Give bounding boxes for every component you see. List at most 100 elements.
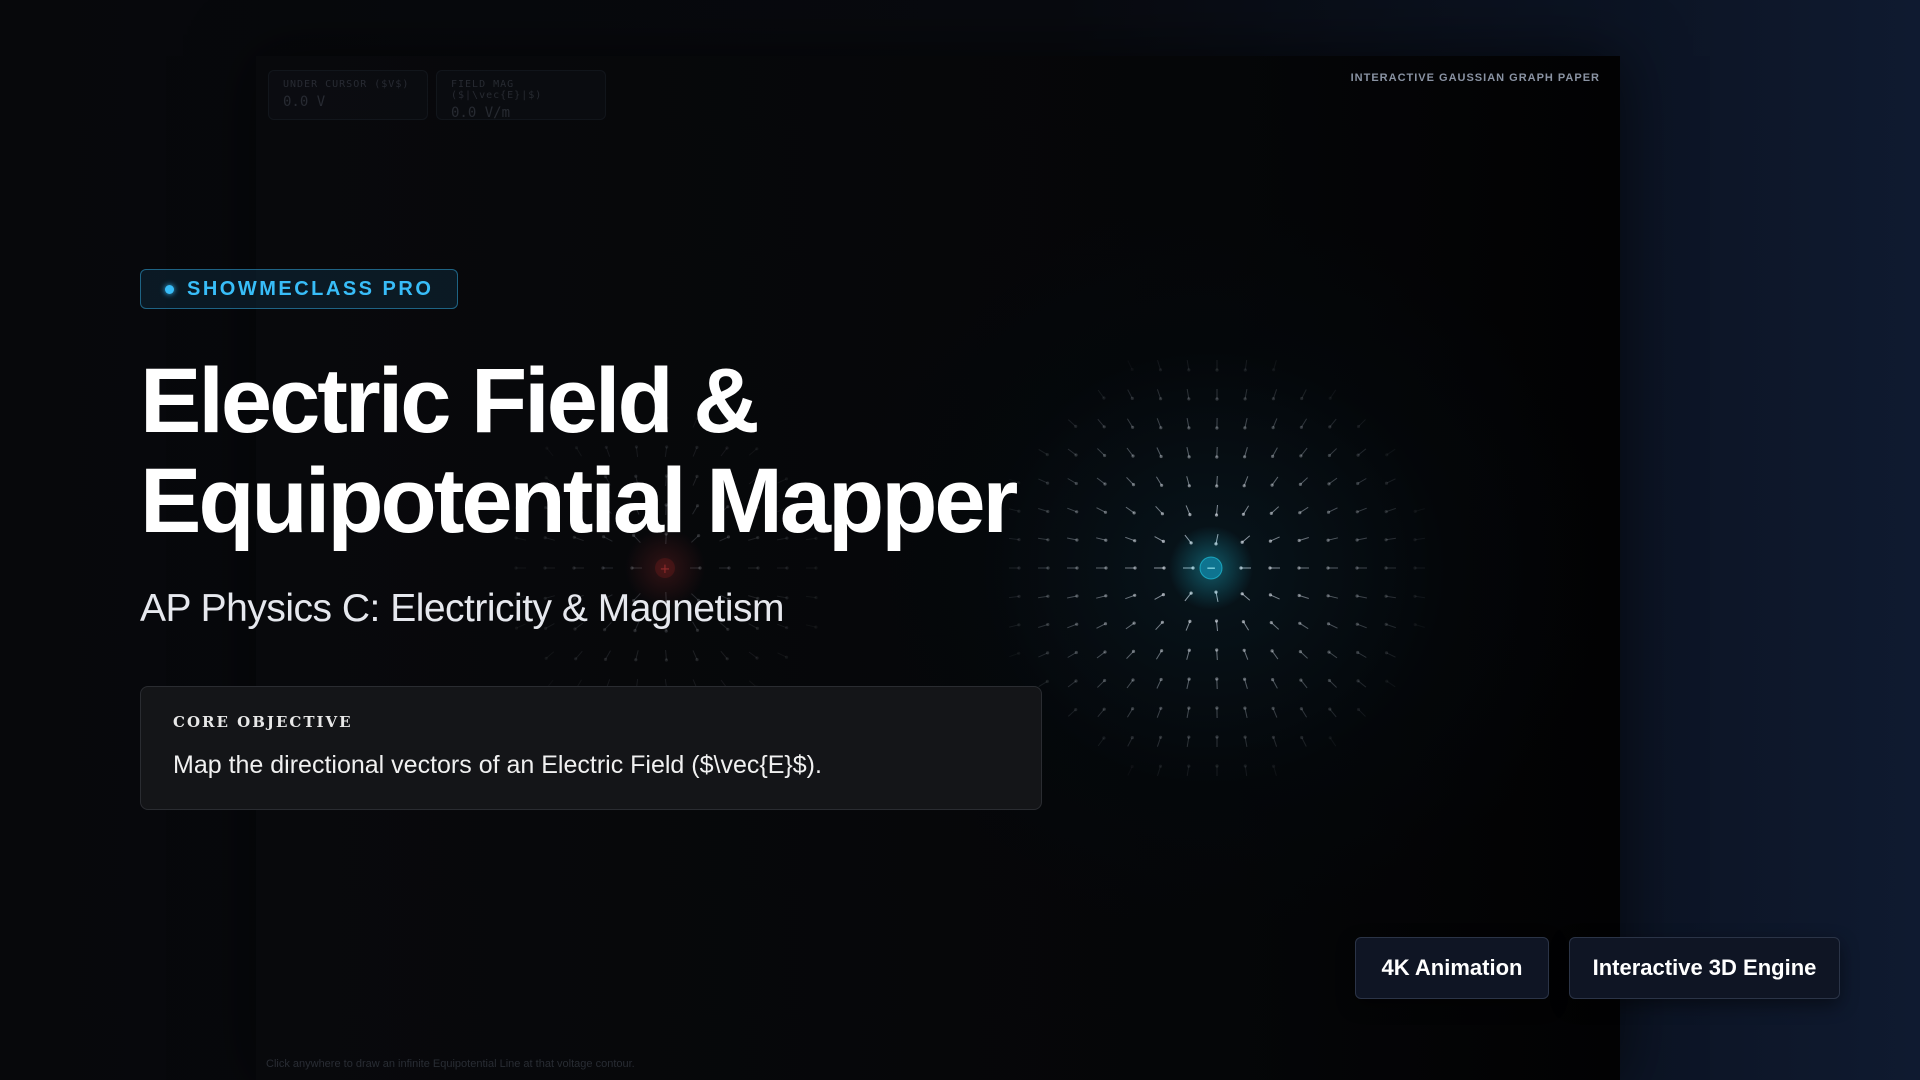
title-line-1: Electric Field & bbox=[140, 350, 760, 452]
field-vector-head bbox=[574, 657, 578, 661]
field-vector-head bbox=[1046, 594, 1050, 598]
field-vector-head bbox=[1270, 483, 1274, 487]
field-vector-head bbox=[1243, 426, 1247, 430]
field-vector-head bbox=[1299, 707, 1303, 711]
field-vector-head bbox=[1046, 622, 1050, 627]
field-vector-head bbox=[1103, 622, 1108, 626]
field-vector-head bbox=[1074, 481, 1078, 486]
field-vector-head bbox=[1160, 649, 1164, 653]
field-vector-head bbox=[1103, 678, 1107, 683]
negative-charge-sign: − bbox=[1206, 561, 1216, 575]
stage-hint: Click anywhere to draw an infinite Equip… bbox=[266, 1058, 635, 1070]
readout-potential-label: UNDER CURSOR ($V$) bbox=[283, 79, 410, 90]
field-vector-head bbox=[1413, 566, 1417, 570]
field-vector-head bbox=[1075, 510, 1079, 514]
field-vector-head bbox=[1074, 453, 1078, 457]
field-vector-head bbox=[725, 657, 729, 661]
readout-potential: UNDER CURSOR ($V$) 0.0 V bbox=[268, 70, 428, 120]
field-vector-head bbox=[1104, 566, 1108, 570]
field-vector-head bbox=[1299, 425, 1303, 429]
field-vector-head bbox=[1413, 509, 1417, 513]
field-vector-head bbox=[1298, 511, 1302, 515]
readout-potential-value: 0.0 V bbox=[283, 94, 326, 110]
field-vector-head bbox=[1356, 707, 1361, 712]
field-vector-head bbox=[1413, 538, 1417, 542]
field-vector-head bbox=[1328, 736, 1332, 740]
field-vector-head bbox=[1243, 677, 1247, 681]
field-vector-head bbox=[1272, 368, 1276, 372]
field-vector-head bbox=[1215, 455, 1219, 459]
field-vector-head bbox=[1046, 566, 1050, 570]
title-line-2: Equipotential Mapper bbox=[140, 450, 1018, 552]
field-vector-head bbox=[1161, 593, 1165, 597]
field-vector-head bbox=[1017, 481, 1021, 485]
field-vector-head bbox=[1271, 735, 1275, 739]
field-vector-head bbox=[1017, 509, 1021, 513]
field-vector-head bbox=[1243, 735, 1247, 739]
field-vector-head bbox=[1159, 735, 1163, 739]
field-vector-head bbox=[1162, 566, 1166, 570]
field-vector-head bbox=[1131, 425, 1135, 429]
field-vector-head bbox=[1131, 678, 1135, 682]
field-vector-head bbox=[1243, 706, 1247, 710]
field-vector-head bbox=[1300, 735, 1304, 740]
field-vector-head bbox=[1271, 397, 1275, 401]
field-vector-head bbox=[1356, 650, 1360, 655]
field-vector-head bbox=[1413, 623, 1417, 627]
field-vector-head bbox=[1297, 593, 1301, 598]
field-vector-head bbox=[1215, 397, 1219, 401]
field-vector-head bbox=[1132, 511, 1136, 515]
field-vector-head bbox=[1356, 481, 1360, 486]
field-vector-head bbox=[1161, 539, 1165, 543]
field-vector-head bbox=[1103, 453, 1107, 458]
field-vector-head bbox=[1298, 621, 1302, 625]
field-vector-head bbox=[1243, 455, 1247, 459]
field-vector-head bbox=[755, 656, 759, 660]
field-vector-head bbox=[784, 655, 789, 659]
objective-card: CORE OBJECTIVE Map the directional vecto… bbox=[140, 686, 1042, 810]
status-dot-icon bbox=[165, 284, 174, 294]
field-vector-head bbox=[1326, 594, 1330, 598]
field-vector-head bbox=[1074, 708, 1078, 712]
field-vector-head bbox=[1355, 622, 1359, 626]
field-vector-head bbox=[1187, 648, 1191, 652]
field-vector-head bbox=[1187, 764, 1191, 768]
field-vector-head bbox=[1384, 481, 1389, 485]
field-vector-head bbox=[1242, 484, 1246, 488]
field-vector-head bbox=[1355, 538, 1359, 542]
field-vector-head bbox=[1075, 566, 1079, 570]
field-vector-head bbox=[1160, 620, 1164, 624]
field-vector-head bbox=[1214, 513, 1219, 517]
field-vector-head bbox=[1384, 538, 1388, 542]
field-vector-head bbox=[1187, 397, 1191, 401]
field-vector-head bbox=[1326, 510, 1331, 514]
field-vector-head bbox=[1074, 650, 1078, 655]
field-vector-head bbox=[1103, 482, 1107, 486]
field-vector-head bbox=[1075, 538, 1079, 542]
field-vector-head bbox=[1215, 368, 1219, 372]
field-vector-head bbox=[1074, 424, 1078, 428]
field-vector-head bbox=[1326, 566, 1330, 570]
field-vector-head bbox=[1187, 455, 1191, 459]
field-vector-head bbox=[1385, 453, 1389, 457]
field-vector-head bbox=[1328, 707, 1332, 711]
field-vector-head bbox=[1384, 510, 1388, 514]
field-vector-head bbox=[1104, 538, 1108, 542]
field-vector-head bbox=[1385, 679, 1389, 683]
page-subtitle: AP Physics C: Electricity & Magnetism bbox=[140, 587, 784, 630]
field-vector-head bbox=[1268, 593, 1272, 597]
objective-text: Map the directional vectors of an Electr… bbox=[173, 751, 822, 779]
field-vector-head bbox=[1241, 620, 1245, 624]
field-vector-head bbox=[1271, 678, 1275, 682]
field-vector-head bbox=[1243, 764, 1247, 768]
field-vector-head bbox=[1243, 368, 1247, 372]
field-vector-head bbox=[1328, 396, 1332, 400]
field-vector-head bbox=[1187, 368, 1191, 372]
field-vector-head bbox=[1356, 424, 1361, 429]
field-vector-head bbox=[1131, 649, 1136, 654]
field-vector-head bbox=[1215, 677, 1219, 681]
field-vector-head bbox=[1268, 539, 1272, 543]
field-vector-head bbox=[634, 658, 638, 662]
field-vector-head bbox=[1159, 454, 1163, 459]
field-vector-head bbox=[1271, 454, 1275, 458]
